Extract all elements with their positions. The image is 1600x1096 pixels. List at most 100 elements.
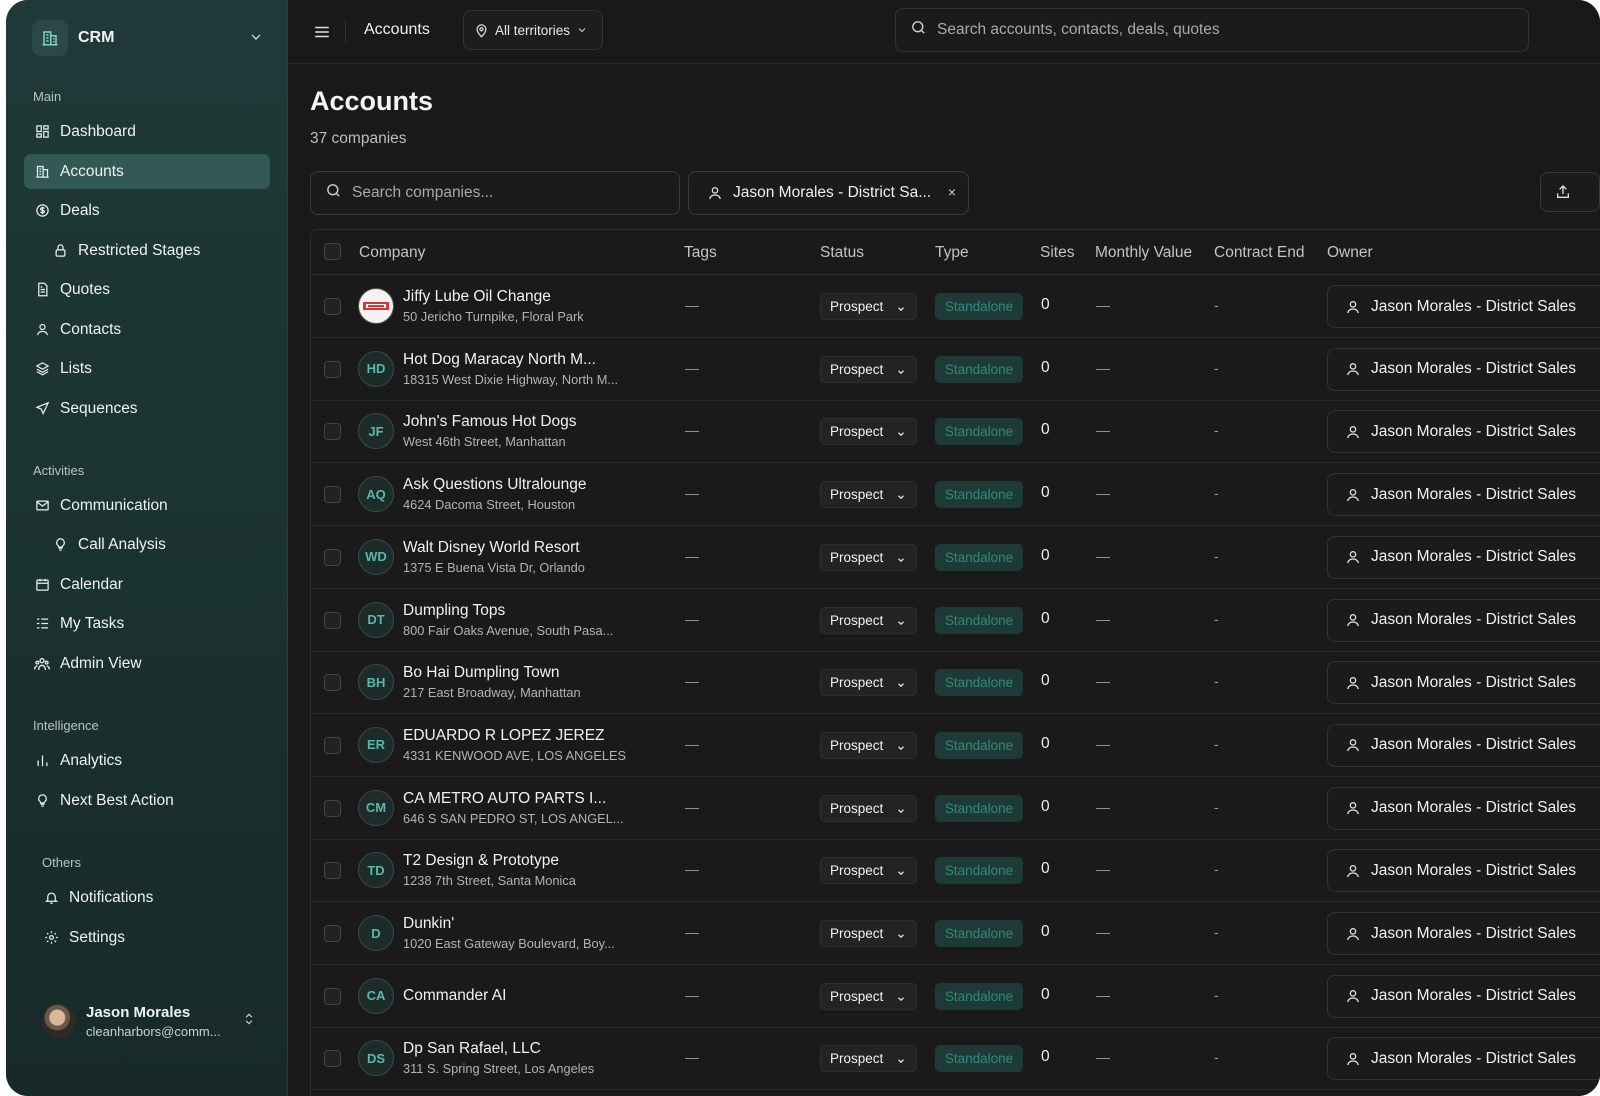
sidebar-item-contacts[interactable]: Contacts [24,312,270,347]
sidebar-item-communication[interactable]: Communication [24,488,270,523]
status-select[interactable]: Prospect [820,293,917,320]
status-select[interactable]: Prospect [820,481,917,509]
company-name[interactable]: Jiffy Lube Oil Change [403,288,551,306]
sidebar-item-notifications[interactable]: Notifications [24,880,270,915]
row-checkbox[interactable] [324,548,341,566]
table-row[interactable]: DT Dumpling Tops 800 Fair Oaks Avenue, Sou… [311,589,1600,652]
owner-select[interactable]: Jason Morales - District Sales [1327,473,1600,517]
table-row[interactable]: HD Hot Dog Maracay North M... 18315 West D… [311,338,1600,401]
company-name[interactable]: Bo Hai Dumpling Town [403,664,560,682]
table-row[interactable]: D Dunkin' 1020 East Gateway Boulevard, Boy… [311,902,1600,965]
table-row[interactable]: CA Commander AI — Prospect Standalone 0 — - Jaso… [311,965,1600,1028]
owner-select[interactable]: Jason Morales - District Sales [1327,285,1600,328]
sidebar-item-admin-view[interactable]: Admin View [24,646,270,681]
table-row[interactable]: JF John's Famous Hot Dogs West 46th Street… [311,400,1600,464]
owner-select[interactable]: Jason Morales - District Sales [1327,786,1600,830]
column-header-company[interactable]: Company [359,244,425,262]
table-row[interactable]: AQ Ask Questions Ultralounge 4624 Dacoma S… [311,463,1600,527]
sidebar-item-settings[interactable]: Settings [24,920,270,955]
table-row[interactable]: DS Dp San Rafael, LLC 311 S. Spring Street… [311,1027,1600,1091]
company-name[interactable]: Dunkin' [403,915,454,933]
owner-select[interactable]: Jason Morales - District Sales [1327,535,1600,579]
row-checkbox[interactable] [324,486,341,504]
table-row[interactable]: CM CA METRO AUTO PARTS I... 646 S SAN PEDR… [311,777,1600,840]
company-name[interactable]: T2 Design & Prototype [403,852,559,870]
column-header-sites[interactable]: Sites [1040,244,1074,262]
select-all-checkbox[interactable] [324,243,341,260]
status-select[interactable]: Prospect [820,920,917,947]
company-search-input[interactable] [352,184,672,202]
status-select[interactable]: Prospect [820,355,917,383]
column-header-owner[interactable]: Owner [1327,244,1373,262]
owner-select[interactable]: Jason Morales - District Sales [1327,410,1600,454]
row-checkbox[interactable] [324,298,341,315]
owner-select[interactable]: Jason Morales - District Sales [1327,723,1600,767]
row-checkbox[interactable] [324,987,341,1005]
owner-select[interactable]: Jason Morales - District Sales [1327,1037,1600,1081]
sidebar-item-sequences[interactable]: Sequences [24,391,270,426]
status-select[interactable]: Prospect [820,794,917,822]
company-name[interactable]: CA METRO AUTO PARTS I... [403,790,606,808]
table-row[interactable]: TD T2 Design & Prototype 1238 7th Street, … [311,839,1600,903]
company-name[interactable]: EDUARDO R LOPEZ JEREZ [403,727,605,745]
sidebar-item-next-best-action[interactable]: Next Best Action [24,783,270,818]
status-select[interactable]: Prospect [820,731,917,759]
table-row[interactable]: BH Bo Hai Dumpling Town 217 East Broadway,… [311,651,1600,715]
global-search-input[interactable] [937,21,1497,39]
owner-select[interactable]: Jason Morales - District Sales [1327,912,1600,955]
table-row[interactable]: Jiffy Lube Oil Change 50 Jericho Turnpike… [311,275,1600,338]
sidebar-item-lists[interactable]: Lists [24,351,270,386]
company-name[interactable]: Hot Dog Maracay North M... [403,351,596,369]
close-icon[interactable]: × [948,184,956,200]
table-row[interactable]: WD Walt Disney World Resort 1375 E Buena V… [311,526,1600,589]
owner-select[interactable]: Jason Morales - District Sales [1327,974,1600,1018]
sidebar-item-restricted-stages[interactable]: Restricted Stages [24,233,270,268]
table-row[interactable]: ER EDUARDO R LOPEZ JEREZ 4331 KENWOOD AVE,… [311,714,1600,777]
company-name[interactable]: Dp San Rafael, LLC [403,1040,541,1058]
row-checkbox[interactable] [324,611,341,629]
column-header-tags[interactable]: Tags [684,244,717,262]
territory-select[interactable]: All territories [463,10,603,50]
row-checkbox[interactable] [324,674,341,692]
owner-select[interactable]: Jason Morales - District Sales [1327,661,1600,705]
owner-select[interactable]: Jason Morales - District Sales [1327,347,1600,391]
export-button[interactable] [1540,172,1600,212]
workspace-switcher[interactable]: CRM [32,20,264,56]
company-name[interactable]: Walt Disney World Resort [403,539,580,557]
sidebar-item-accounts[interactable]: Accounts [24,154,270,189]
owner-select[interactable]: Jason Morales - District Sales [1327,598,1600,642]
company-name[interactable]: Commander AI [403,987,506,1005]
column-header-contract-end[interactable]: Contract End [1214,244,1304,262]
company-name[interactable]: Dumpling Tops [403,602,505,620]
sidebar-toggle-button[interactable] [310,20,334,44]
owner-select[interactable]: Jason Morales - District Sales [1327,849,1600,893]
owner-filter-chip[interactable]: Jason Morales - District Sa... × [688,171,969,215]
status-select[interactable]: Prospect [820,543,917,571]
row-checkbox[interactable] [324,862,341,880]
status-select[interactable]: Prospect [820,1045,917,1073]
row-checkbox[interactable] [324,360,341,378]
global-search[interactable] [895,8,1529,52]
column-header-status[interactable]: Status [820,244,864,262]
sidebar-item-dashboard[interactable]: Dashboard [24,114,270,149]
row-checkbox[interactable] [324,799,341,817]
sidebar-item-quotes[interactable]: Quotes [24,272,270,307]
sidebar-item-analytics[interactable]: Analytics [24,743,270,778]
status-select[interactable]: Prospect [820,606,917,634]
status-select[interactable]: Prospect [820,418,917,446]
sidebar-item-my-tasks[interactable]: My Tasks [24,606,270,641]
status-select[interactable]: Prospect [820,669,917,697]
column-header-monthly-value[interactable]: Monthly Value [1095,244,1192,262]
sidebar-item-calendar[interactable]: Calendar [24,567,270,602]
row-checkbox[interactable] [324,1050,341,1068]
company-name[interactable]: John's Famous Hot Dogs [403,413,577,431]
row-checkbox[interactable] [324,736,341,754]
status-select[interactable]: Prospect [820,857,917,885]
row-checkbox[interactable] [324,423,341,441]
column-header-type[interactable]: Type [935,244,969,262]
company-search[interactable] [310,171,680,215]
row-checkbox[interactable] [324,925,341,942]
user-menu[interactable]: Jason Morales cleanharbors@comm... [42,1000,262,1042]
sidebar-item-call-analysis[interactable]: Call Analysis [24,527,270,562]
sidebar-item-deals[interactable]: Deals [24,193,270,228]
